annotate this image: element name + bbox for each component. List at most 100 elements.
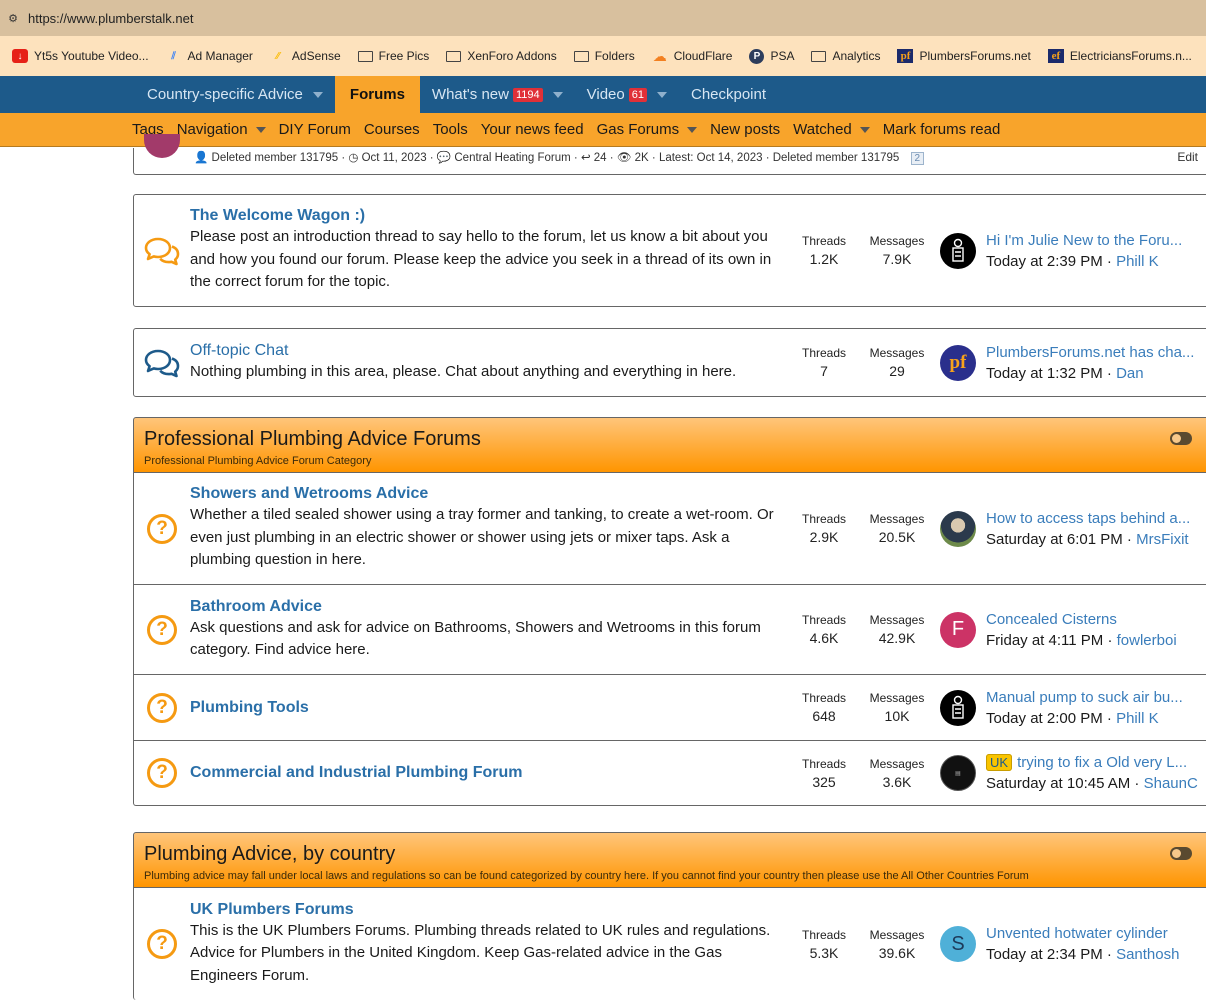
last-post-title[interactable]: How to access taps behind a...: [986, 510, 1190, 527]
chevron-down-icon[interactable]: [255, 126, 266, 133]
question-circle-icon: ?: [147, 692, 177, 723]
subnav-mark-forums-read[interactable]: Mark forums read: [883, 121, 1001, 138]
bookmark-free-pics[interactable]: Free Pics: [357, 49, 429, 63]
node-title-link[interactable]: Plumbing Tools: [190, 699, 790, 717]
chevron-down-icon[interactable]: [312, 91, 323, 98]
nav-country-specific-advice[interactable]: Country-specific Advice: [135, 76, 335, 113]
last-post-title[interactable]: Manual pump to suck air bu...: [986, 689, 1183, 706]
subnav-tools[interactable]: Tools: [433, 121, 468, 138]
category-professional-plumbing: Professional Plumbing Advice Forums Prof…: [133, 417, 1206, 806]
bookmark-ad-manager[interactable]: ⫽ Ad Manager: [166, 49, 253, 63]
messages-count: 10K: [884, 708, 910, 724]
nav-whats-new[interactable]: What's new 1194: [420, 76, 575, 113]
chevron-down-icon[interactable]: [552, 91, 563, 98]
adsense-icon: ⁄⁄: [276, 50, 280, 62]
node-title-link[interactable]: UK Plumbers Forums: [190, 901, 790, 919]
threads-count: 325: [812, 773, 836, 790]
avatar[interactable]: [940, 510, 976, 547]
bookmark-psa[interactable]: P PSA: [749, 48, 794, 64]
last-post: Manual pump to suck air bu... Today at 2…: [940, 689, 1206, 727]
collapse-toggle[interactable]: [1170, 432, 1192, 445]
nav-checkpoint[interactable]: Checkpoint: [679, 76, 778, 113]
bookmark-folders[interactable]: Folders: [573, 49, 635, 63]
bookmark-electriciansforums[interactable]: ef ElectriciansForums.n...: [1047, 49, 1192, 63]
chevron-down-icon[interactable]: [859, 126, 870, 133]
views-icon: 👁: [616, 152, 632, 164]
reply-icon: ↩: [580, 152, 591, 164]
thread-meta: 👤 Deleted member 131795 · ◷ Oct 11, 2023…: [194, 150, 925, 165]
node-description: This is the UK Plumbers Forums. Plumbing…: [190, 921, 771, 984]
avatar[interactable]: [940, 689, 976, 726]
avatar[interactable]: [940, 232, 976, 269]
node-uk-plumbers-forums: ? UK Plumbers Forums This is the UK Plum…: [134, 888, 1206, 1000]
node-commercial-industrial: ? Commercial and Industrial Plumbing For…: [134, 741, 1206, 805]
category-header[interactable]: Professional Plumbing Advice Forums Prof…: [133, 417, 1206, 473]
thread-row-partial[interactable]: 👤 Deleted member 131795 · ◷ Oct 11, 2023…: [133, 134, 1206, 175]
nav-video[interactable]: Video 61: [575, 76, 679, 113]
last-post-user[interactable]: ShaunC: [1144, 775, 1198, 792]
last-post-user[interactable]: MrsFixit: [1136, 531, 1189, 548]
last-post-title[interactable]: Unvented hotwater cylinder: [986, 925, 1168, 942]
subnav-courses[interactable]: Courses: [364, 121, 420, 138]
bookmark-adsense[interactable]: ⁄⁄ AdSense: [270, 49, 340, 63]
bookmark-cloudflare[interactable]: ☁ CloudFlare: [652, 48, 733, 64]
messages-count: 29: [889, 363, 905, 379]
address-bar[interactable]: ⚙ https://www.plumberstalk.net: [0, 0, 1206, 36]
bookmark-analytics[interactable]: Analytics: [811, 49, 880, 63]
node-stats: Threads 4.6K Messages 42.9K: [790, 613, 940, 646]
category-header[interactable]: Plumbing Advice, by country Plumbing adv…: [133, 832, 1206, 888]
last-post-user[interactable]: Dan: [1116, 365, 1144, 382]
subnav-news-feed[interactable]: Your news feed: [481, 121, 584, 138]
pf-icon: pf: [897, 49, 914, 63]
avatar[interactable]: ▤: [940, 755, 976, 791]
category-by-country: Plumbing Advice, by country Plumbing adv…: [133, 832, 1206, 1000]
last-post-user[interactable]: fowlerboi: [1117, 632, 1177, 649]
node-off-topic-chat: Off-topic Chat Nothing plumbing in this …: [133, 328, 1206, 397]
messages-count: 7.9K: [882, 251, 912, 267]
last-post-title[interactable]: trying to fix a Old very L...: [1017, 754, 1187, 771]
node-title-link[interactable]: Bathroom Advice: [190, 598, 790, 616]
avatar[interactable]: S: [940, 926, 976, 962]
last-post-user[interactable]: Phill K: [1116, 710, 1159, 727]
subnav-new-posts[interactable]: New posts: [710, 121, 780, 138]
subnav-watched[interactable]: Watched: [793, 121, 870, 138]
node-bathroom-advice: ? Bathroom Advice Ask questions and ask …: [134, 585, 1206, 675]
messages-count: 39.6K: [878, 944, 916, 961]
prefix-badge[interactable]: UK: [986, 754, 1013, 771]
node-title-link[interactable]: The Welcome Wagon :): [190, 207, 790, 225]
bookmark-xenforo-addons[interactable]: XenForo Addons: [446, 49, 557, 63]
last-post-user[interactable]: Phill K: [1116, 253, 1159, 270]
question-circle-icon: ?: [147, 758, 177, 788]
node-title-link[interactable]: Commercial and Industrial Plumbing Forum: [190, 764, 790, 782]
category-description: Professional Plumbing Advice Forum Categ…: [144, 455, 372, 467]
edit-link[interactable]: Edit: [1177, 150, 1198, 164]
bookmark-plumbersforums[interactable]: pf PlumbersForums.net: [897, 49, 1031, 63]
last-post-user[interactable]: Santhosh: [1116, 946, 1179, 963]
nav-forums[interactable]: Forums: [334, 76, 420, 113]
node-title-link[interactable]: Off-topic Chat: [190, 342, 790, 360]
url-text[interactable]: https://www.plumberstalk.net: [28, 11, 193, 26]
subnav-gas-forums[interactable]: Gas Forums: [597, 121, 698, 138]
last-post-title[interactable]: Hi I'm Julie New to the Foru...: [986, 232, 1182, 249]
last-post: pf PlumbersForums.net has cha... Today a…: [940, 344, 1206, 382]
subnav-diy-forum[interactable]: DIY Forum: [279, 121, 351, 138]
last-post-title[interactable]: Concealed Cisterns: [986, 611, 1117, 628]
chevron-down-icon[interactable]: [656, 91, 667, 98]
last-post-title[interactable]: PlumbersForums.net has cha...: [986, 344, 1194, 361]
node-title-link[interactable]: Showers and Wetrooms Advice: [190, 485, 790, 503]
category-title[interactable]: Plumbing Advice, by country: [144, 843, 1202, 866]
subnav-navigation[interactable]: Navigation: [177, 121, 266, 138]
chat-bubbles-icon: [134, 348, 190, 378]
collapse-toggle[interactable]: [1170, 847, 1192, 860]
avatar[interactable]: pf: [940, 344, 976, 381]
site-settings-icon[interactable]: ⚙: [4, 9, 22, 27]
category-title[interactable]: Professional Plumbing Advice Forums: [144, 428, 1202, 451]
messages-count: 42.9K: [878, 630, 916, 646]
bookmark-yt5s[interactable]: ↓ Yt5s Youtube Video...: [12, 49, 149, 63]
chevron-down-icon[interactable]: [687, 126, 698, 133]
page-2-link[interactable]: 2: [910, 152, 925, 165]
last-post: How to access taps behind a... Saturday …: [940, 510, 1206, 548]
threads-count: 1.2K: [809, 251, 839, 267]
avatar[interactable]: [144, 134, 180, 158]
avatar[interactable]: F: [940, 611, 976, 648]
